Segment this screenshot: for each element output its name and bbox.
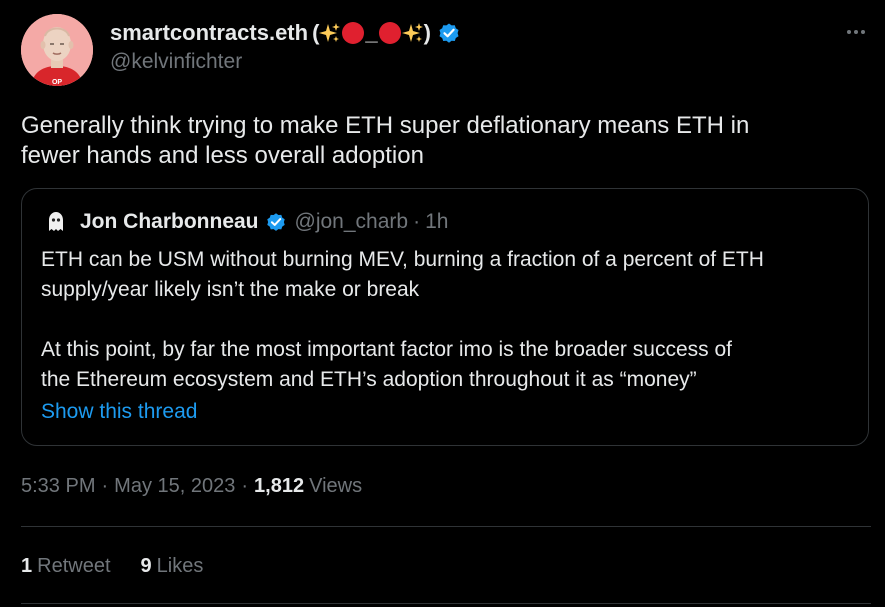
emoji-underscore: _ bbox=[365, 20, 378, 45]
quote-paragraph: At this point, by far the most important… bbox=[41, 335, 851, 395]
avatar-badge-text: OP bbox=[52, 79, 62, 86]
tweet-time[interactable]: 5:33 PM bbox=[21, 475, 95, 498]
show-thread-link[interactable]: Show this thread bbox=[41, 400, 197, 424]
emoji-paren-close: ) bbox=[423, 20, 431, 45]
tweet: OP smartcontracts.eth ( _) @kelvinficht… bbox=[0, 0, 885, 607]
more-options-button[interactable] bbox=[840, 20, 872, 44]
emoji-paren-open: ( bbox=[312, 20, 320, 45]
verified-badge-icon bbox=[439, 23, 459, 43]
likes-stat[interactable]: 9 Likes bbox=[141, 555, 204, 578]
quote-author-name: Jon Charbonneau bbox=[80, 210, 259, 233]
quote-text-line: supply/year likely isn’t the make or bre… bbox=[41, 278, 420, 301]
retweets-stat[interactable]: 1 Retweet bbox=[21, 555, 111, 578]
author-info: smartcontracts.eth ( _ ) @kelvinfichter bbox=[110, 18, 461, 74]
red-circle-icon bbox=[378, 22, 401, 44]
author-handle[interactable]: @kelvinfichter bbox=[110, 50, 461, 74]
divider bbox=[21, 603, 871, 604]
more-options-icon bbox=[861, 30, 865, 34]
meta-separator: · bbox=[101, 475, 109, 497]
tweet-stats: 1 Retweet 9 Likes bbox=[21, 555, 203, 578]
verified-badge-icon bbox=[266, 213, 285, 231]
more-options-icon bbox=[854, 30, 858, 34]
divider bbox=[21, 526, 871, 527]
likes-count: 9 bbox=[140, 555, 152, 577]
sparkles-icon bbox=[319, 23, 341, 42]
quote-author-handle: @jon_charb bbox=[294, 210, 409, 233]
more-options-icon bbox=[847, 30, 851, 34]
quote-text: ETH can be USM without burning MEV, burn… bbox=[41, 245, 851, 395]
likes-label: Likes bbox=[156, 555, 204, 577]
quote-text-line: ETH can be USM without burning MEV, burn… bbox=[41, 248, 764, 271]
quote-text-line: At this point, by far the most important… bbox=[41, 338, 732, 361]
tweet-meta: 5:33 PM · May 15, 2023 · 1,812 Views bbox=[21, 475, 362, 498]
meta-separator: · bbox=[241, 475, 249, 497]
ghost-icon bbox=[49, 212, 63, 231]
name-emoji-group: ( _ ) bbox=[312, 20, 431, 46]
quote-separator: · bbox=[413, 210, 421, 233]
quote-author-avatar[interactable] bbox=[44, 210, 68, 234]
display-name-row: smartcontracts.eth ( _ ) bbox=[110, 18, 461, 48]
quote-text-line: the Ethereum ecosystem and ETH’s adoptio… bbox=[41, 368, 697, 391]
author-avatar[interactable]: OP bbox=[21, 14, 93, 86]
retweets-label: Retweet bbox=[37, 555, 111, 577]
tweet-text-line: fewer hands and less overall adoption bbox=[21, 142, 424, 169]
quote-header: Jon Charbonneau @jon_charb · 1h bbox=[44, 209, 448, 235]
avatar-icon: OP bbox=[21, 14, 93, 86]
red-circle-icon bbox=[342, 22, 365, 44]
views-label: Views bbox=[309, 475, 363, 497]
views-count: 1,812 bbox=[254, 475, 305, 497]
quote-paragraph: ETH can be USM without burning MEV, burn… bbox=[41, 245, 851, 305]
quote-timestamp: 1h bbox=[425, 210, 449, 233]
sparkles-icon bbox=[401, 23, 423, 42]
quoted-tweet-card[interactable]: Jon Charbonneau @jon_charb · 1h ETH can … bbox=[21, 188, 869, 446]
retweets-count: 1 bbox=[21, 555, 33, 577]
tweet-date[interactable]: May 15, 2023 bbox=[114, 475, 235, 498]
tweet-text-line: Generally think trying to make ETH super… bbox=[21, 112, 750, 139]
author-display-name[interactable]: smartcontracts.eth bbox=[110, 20, 308, 46]
tweet-text: Generally think trying to make ETH super… bbox=[21, 111, 861, 171]
